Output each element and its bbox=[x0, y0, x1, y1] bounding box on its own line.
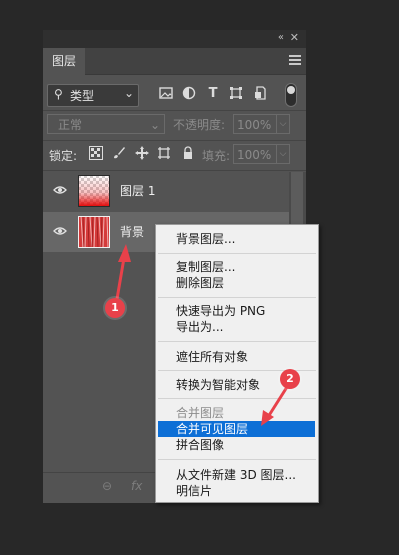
annotation-badge-1: 1 bbox=[105, 298, 125, 318]
annotation-arrowhead-1 bbox=[118, 244, 131, 262]
annotation-badge-2: 2 bbox=[280, 369, 300, 389]
annotation-arrow-1 bbox=[115, 257, 126, 300]
annotation-arrow-2 bbox=[266, 386, 289, 418]
annotation-arrows bbox=[115, 244, 289, 426]
